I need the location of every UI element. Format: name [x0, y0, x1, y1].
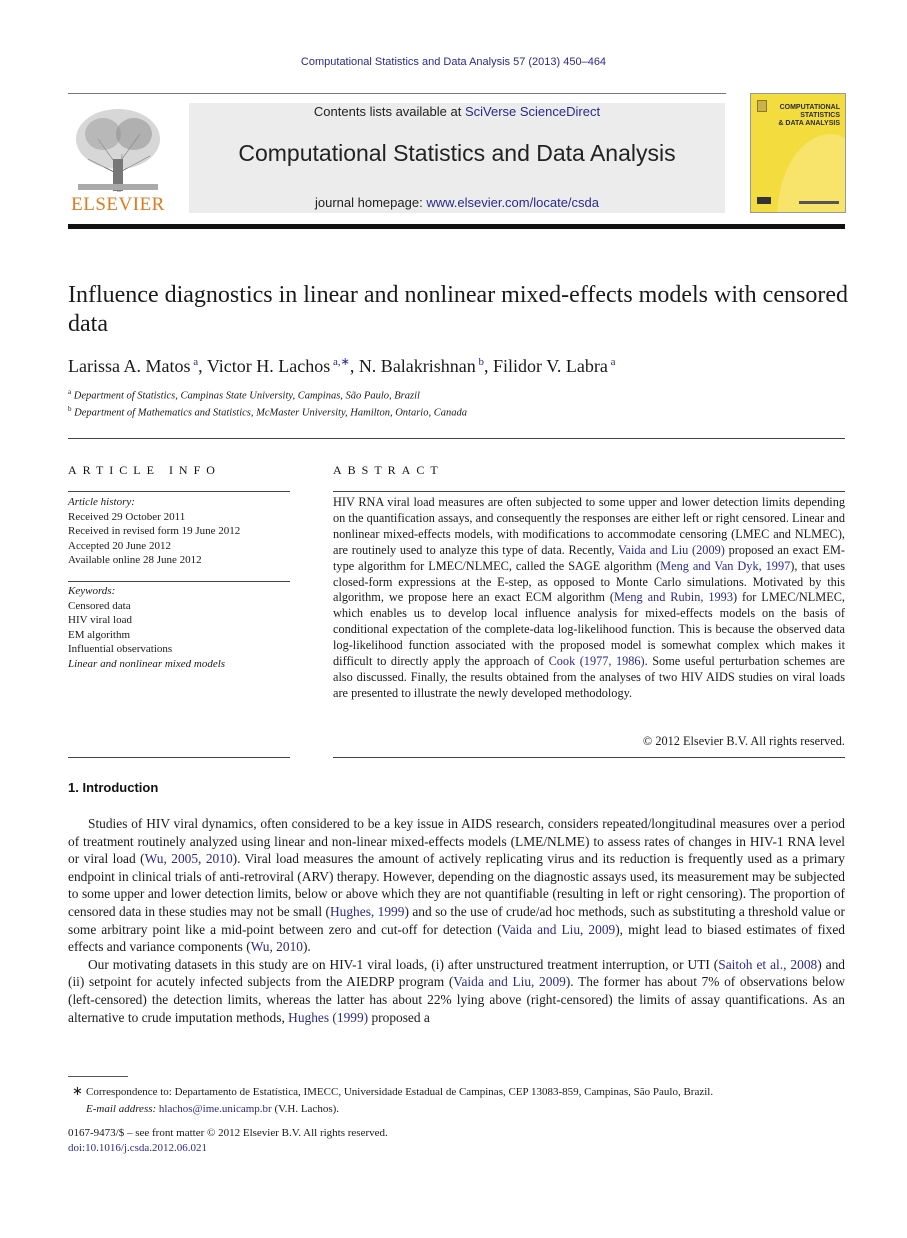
- keywords-label: Keywords:: [68, 585, 116, 597]
- issn-line: 0167-9473/$ – see front matter © 2012 El…: [68, 1127, 388, 1139]
- cover-footer-logo-icon: [757, 197, 771, 204]
- citation-link[interactable]: Saitoh et al., 2008: [718, 957, 817, 972]
- cover-title-line: & DATA ANALYSIS: [778, 120, 840, 127]
- history-entry: Available online 28 June 2012: [68, 554, 202, 566]
- doi-link[interactable]: doi:10.1016/j.csda.2012.06.021: [68, 1142, 207, 1154]
- email-label: E-mail address:: [86, 1103, 159, 1115]
- title-block-divider: [68, 438, 845, 439]
- paper-title: Influence diagnostics in linear and nonl…: [68, 282, 848, 337]
- article-info-heading: ARTICLE INFO: [68, 463, 221, 477]
- email-suffix: (V.H. Lachos).: [271, 1103, 340, 1115]
- author-name: Victor H. Lachos: [206, 356, 331, 376]
- author-affiliation-marker[interactable]: a,∗: [330, 356, 350, 368]
- paragraph: Studies of HIV viral dynamics, often con…: [68, 815, 845, 956]
- cover-footer-bar: [799, 201, 839, 204]
- header-top-rule: [68, 93, 726, 94]
- history-entry: Received in revised form 19 June 2012: [68, 525, 241, 537]
- contents-availability-line: Contents lists available at SciVerse Sci…: [189, 104, 725, 119]
- citation-link[interactable]: Wu, 2010: [251, 939, 303, 954]
- affiliation-a: a Department of Statistics, Campinas Sta…: [68, 388, 848, 402]
- abstract-bottom-rule: [333, 757, 845, 758]
- keyword: EM algorithm: [68, 628, 131, 641]
- correspondence-footnote: ∗ Correspondence to: Departamento de Esta…: [72, 1082, 852, 1118]
- body-text: ).: [302, 939, 311, 955]
- header-thick-rule: [68, 224, 845, 229]
- footnote-star-marker: ∗: [72, 1083, 83, 1098]
- footnote-rule: [68, 1076, 128, 1077]
- author-name: N. Balakrishnan: [358, 356, 476, 376]
- abstract-body: HIV RNA viral load measures are often su…: [333, 495, 845, 702]
- abstract-divider: [333, 491, 845, 492]
- citation-link[interactable]: Meng and Rubin, 1993: [614, 590, 733, 604]
- author-name: Filidor V. Labra: [493, 356, 608, 376]
- author-name: Larissa A. Matos: [68, 356, 191, 376]
- keyword: Influential observations: [68, 643, 173, 655]
- keyword: Linear and nonlinear mixed models: [68, 657, 226, 670]
- citation-link[interactable]: Wu, 2005, 2010: [145, 851, 233, 866]
- section-heading-introduction: 1. Introduction: [68, 780, 159, 795]
- keywords-divider: [68, 581, 290, 582]
- journal-title: Computational Statistics and Data Analys…: [238, 140, 676, 166]
- affiliation-marker: b: [68, 405, 72, 413]
- journal-cover-thumbnail[interactable]: COMPUTATIONAL STATISTICS & DATA ANALYSIS: [750, 93, 846, 213]
- citation-link[interactable]: Cook (1977, 1986): [549, 654, 645, 668]
- article-info-divider: [68, 491, 290, 492]
- contents-prefix: Contents lists available at: [313, 104, 465, 119]
- keyword: HIV viral load: [68, 614, 132, 626]
- citation-link[interactable]: Vaida and Liu (2009): [618, 543, 725, 557]
- citation-link[interactable]: Hughes, 1999: [330, 904, 404, 919]
- cover-mini-logo-icon: [757, 100, 767, 112]
- article-history: Article history: Received 29 October 201…: [68, 495, 290, 568]
- citation-link[interactable]: Meng and Van Dyk, 1997: [660, 559, 790, 573]
- affiliation-marker: a: [68, 388, 72, 396]
- author-list: Larissa A. Matos a, Victor H. Lachos a,∗…: [68, 356, 616, 376]
- cover-title-line: COMPUTATIONAL: [779, 104, 840, 111]
- cover-title-line: STATISTICS: [800, 112, 840, 119]
- affiliation-b: b Department of Mathematics and Statisti…: [68, 405, 848, 419]
- author-affiliation-marker[interactable]: a: [608, 356, 616, 368]
- history-entry: Received 29 October 2011: [68, 510, 186, 523]
- affiliation-text: Department of Mathematics and Statistics…: [74, 407, 467, 419]
- introduction-body: Studies of HIV viral dynamics, often con…: [68, 815, 845, 1026]
- article-info-bottom-rule: [68, 757, 290, 758]
- body-text: Our motivating datasets in this study ar…: [88, 956, 719, 972]
- citation-link[interactable]: Vaida and Liu, 2009: [502, 922, 616, 937]
- front-matter: 0167-9473/$ – see front matter © 2012 El…: [68, 1126, 388, 1156]
- citation-link[interactable]: Hughes (1999): [288, 1010, 368, 1025]
- keyword: Censored data: [68, 599, 131, 612]
- author-affiliation-marker[interactable]: b: [476, 356, 485, 368]
- history-entry: Accepted 20 June 2012: [68, 539, 171, 552]
- body-text: proposed a: [368, 1009, 430, 1025]
- journal-homepage-link[interactable]: www.elsevier.com/locate/csda: [426, 195, 599, 210]
- journal-homepage-line: journal homepage: www.elsevier.com/locat…: [189, 195, 725, 210]
- paragraph: Our motivating datasets in this study ar…: [68, 956, 845, 1026]
- publisher-wordmark: ELSEVIER: [71, 194, 165, 215]
- homepage-prefix: journal homepage:: [315, 195, 427, 210]
- citation-link[interactable]: Vaida and Liu, 2009: [453, 974, 566, 989]
- abstract-copyright: © 2012 Elsevier B.V. All rights reserved…: [642, 734, 845, 748]
- sciencedirect-link[interactable]: SciVerse ScienceDirect: [465, 104, 600, 119]
- affiliation-text: Department of Statistics, Campinas State…: [73, 390, 420, 402]
- email-link[interactable]: hlachos@ime.unicamp.br: [159, 1103, 272, 1115]
- keywords-list: Keywords: Censored data HIV viral load E…: [68, 584, 290, 671]
- cover-title: COMPUTATIONAL STATISTICS & DATA ANALYSIS: [778, 104, 840, 128]
- correspondence-text: Correspondence to: Departamento de Estat…: [86, 1086, 714, 1098]
- article-history-label: Article history:: [68, 496, 135, 508]
- abstract-heading: ABSTRACT: [333, 463, 444, 477]
- journal-reference[interactable]: Computational Statistics and Data Analys…: [0, 56, 907, 68]
- author-affiliation-marker[interactable]: a: [190, 356, 198, 368]
